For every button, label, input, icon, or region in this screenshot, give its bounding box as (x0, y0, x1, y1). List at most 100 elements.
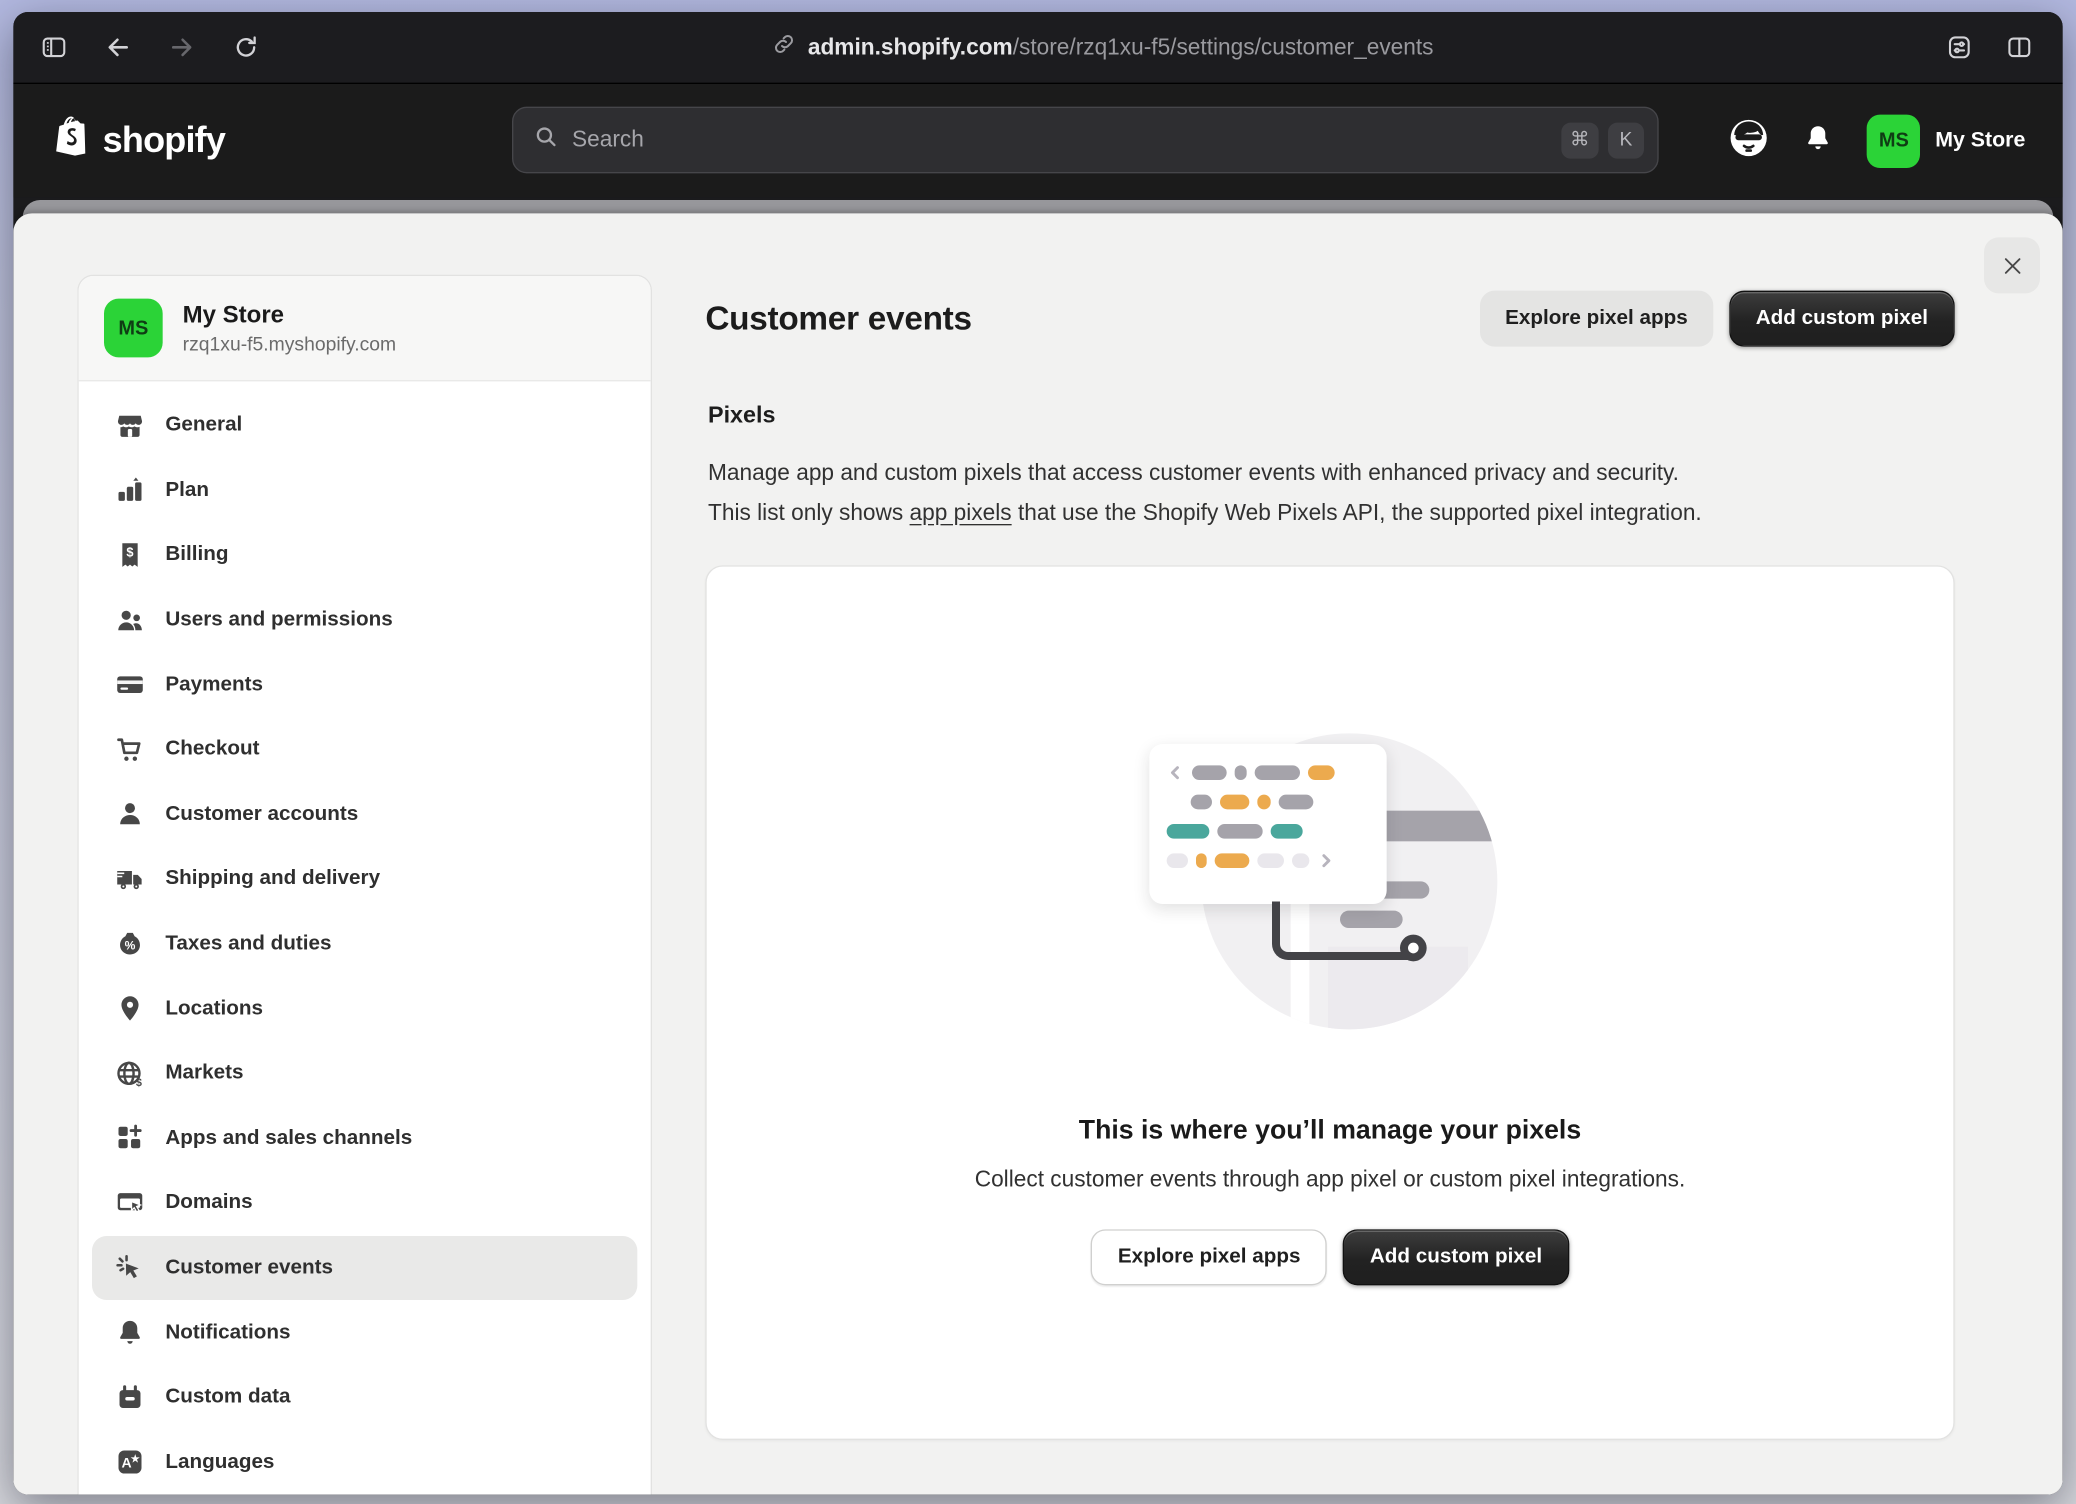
notifications-bell-icon[interactable] (1803, 122, 1834, 159)
browser-chrome: admin.shopify.com/store/rzq1xu-f5/settin… (13, 12, 2062, 84)
add-custom-pixel-button[interactable]: Add custom pixel (1729, 291, 1955, 347)
svg-text:$: $ (136, 1077, 142, 1089)
search-icon (533, 124, 558, 156)
svg-text:★: ★ (131, 1455, 140, 1466)
sidebar-item-domains[interactable]: Domains (92, 1171, 637, 1236)
pixels-section-heading: Pixels (708, 401, 775, 429)
markets-icon: $ (115, 1058, 146, 1089)
users-icon (115, 605, 146, 636)
locations-icon (115, 994, 146, 1025)
sidebar-item-label: General (165, 414, 242, 438)
sidebar-item-label: Locations (165, 997, 263, 1021)
sidebar-item-label: Users and permissions (165, 608, 392, 632)
split-view-icon[interactable] (2005, 33, 2033, 61)
svg-text:%: % (125, 938, 136, 952)
sidebar-item-users-and-permissions[interactable]: Users and permissions (92, 588, 637, 653)
store-card: MS My Store rzq1xu-f5.myshopify.com (79, 276, 651, 381)
store-card-avatar: MS (104, 299, 163, 358)
connector-node (1400, 935, 1427, 962)
page-title: Customer events (705, 299, 971, 338)
browser-window: admin.shopify.com/store/rzq1xu-f5/settin… (13, 12, 2062, 1495)
settings-nav: General Plan $ Billing Users and permissions… (79, 381, 651, 1494)
empty-state-subtext: Collect customer events through app pixe… (707, 1167, 1954, 1194)
sidebar-item-label: Taxes and duties (165, 932, 331, 956)
payments-icon (115, 670, 146, 701)
store-menu[interactable]: MS My Store (1867, 114, 2025, 167)
sidebar-item-label: Shipping and delivery (165, 867, 380, 891)
connector-line (1272, 901, 1411, 960)
sidebar-item-label: Notifications (165, 1321, 290, 1345)
reload-icon[interactable] (232, 33, 260, 61)
sidebar-item-label: Custom data (165, 1386, 290, 1410)
settings-sidebar: MS My Store rzq1xu-f5.myshopify.com Gene… (77, 275, 652, 1495)
browser-settings-icon[interactable] (1945, 33, 1973, 61)
sidebar-item-languages[interactable]: A★ Languages (92, 1430, 637, 1495)
sidebar-item-label: Customer events (165, 1256, 333, 1280)
sidebar-item-label: Checkout (165, 738, 259, 762)
sidebar-item-checkout[interactable]: Checkout (92, 717, 637, 782)
sidebar-item-label: Apps and sales channels (165, 1126, 412, 1150)
sidebar-item-taxes-and-duties[interactable]: % Taxes and duties (92, 912, 637, 977)
sidebar-item-label: Languages (165, 1450, 274, 1474)
shortcut-k-key: K (1608, 122, 1644, 158)
shopify-logo[interactable]: shopify (53, 115, 225, 167)
empty-state-heading: This is where you’ll manage your pixels (707, 1116, 1954, 1147)
sidebar-item-label: Billing (165, 543, 228, 567)
address-bar[interactable]: admin.shopify.com/store/rzq1xu-f5/settin… (260, 32, 1945, 63)
pixels-empty-state-card: This is where you’ll manage your pixels … (705, 565, 1954, 1440)
shopify-header: shopify Search ⌘ K (13, 84, 2062, 197)
plan-icon (115, 475, 146, 506)
shortcut-cmd-key: ⌘ (1561, 122, 1599, 158)
forward-icon[interactable] (168, 33, 196, 61)
apps-icon (115, 1123, 146, 1154)
sidebar-item-label: Payments (165, 673, 263, 697)
shopify-bag-icon (53, 115, 93, 167)
checkout-icon (115, 734, 146, 765)
app-avatar-icon[interactable] (1729, 117, 1770, 165)
svg-text:$: $ (126, 545, 133, 560)
close-icon (1999, 253, 2024, 278)
customer-accounts-icon (115, 799, 146, 830)
sidebar-item-payments[interactable]: Payments (92, 652, 637, 717)
sidebar-item-shipping-and-delivery[interactable]: Shipping and delivery (92, 847, 637, 912)
sidebar-item-markets[interactable]: $Markets (92, 1041, 637, 1106)
url-path: /store/rzq1xu-f5/settings/customer_event… (1013, 34, 1434, 59)
sidebar-item-locations[interactable]: Locations (92, 976, 637, 1041)
shipping-icon (115, 864, 146, 895)
sidebar-item-general[interactable]: General (92, 393, 637, 458)
sidebar-item-customer-events[interactable]: Customer events (92, 1236, 637, 1301)
billing-icon: $ (115, 540, 146, 571)
store-card-name: My Store (183, 301, 396, 329)
sidebar-item-label: Customer accounts (165, 802, 358, 826)
sidebar-item-notifications[interactable]: Notifications (92, 1300, 637, 1365)
link-icon (772, 32, 796, 63)
url-domain: admin.shopify.com (808, 34, 1013, 59)
customer-events-icon (115, 1253, 146, 1284)
close-button[interactable] (1984, 237, 2040, 293)
settings-modal: MS My Store rzq1xu-f5.myshopify.com Gene… (13, 213, 2062, 1494)
notifications-icon (115, 1317, 146, 1348)
empty-explore-pixel-apps-button[interactable]: Explore pixel apps (1091, 1229, 1327, 1285)
store-icon (115, 410, 146, 441)
sidebar-toggle-icon[interactable] (40, 33, 68, 61)
search-placeholder: Search (572, 127, 1551, 154)
sidebar-item-custom-data[interactable]: Custom data (92, 1365, 637, 1430)
shopify-wordmark: shopify (103, 120, 225, 161)
sidebar-item-label: Plan (165, 479, 209, 503)
app-pixels-link[interactable]: app pixels (910, 500, 1012, 525)
taxes-icon: % (115, 929, 146, 960)
store-avatar: MS (1867, 114, 1920, 167)
back-icon[interactable] (104, 33, 132, 61)
languages-icon: A★ (115, 1447, 146, 1478)
search-input[interactable]: Search ⌘ K (512, 107, 1659, 174)
sidebar-item-label: Domains (165, 1191, 252, 1215)
pixels-description: Manage app and custom pixels that access… (708, 453, 1908, 533)
sidebar-item-customer-accounts[interactable]: Customer accounts (92, 782, 637, 847)
sidebar-item-apps-and-sales-channels[interactable]: Apps and sales channels (92, 1106, 637, 1171)
sidebar-item-billing[interactable]: $ Billing (92, 523, 637, 588)
empty-add-custom-pixel-button[interactable]: Add custom pixel (1343, 1229, 1569, 1285)
sidebar-item-plan[interactable]: Plan (92, 458, 637, 523)
domains-icon (115, 1188, 146, 1219)
explore-pixel-apps-button[interactable]: Explore pixel apps (1480, 291, 1713, 347)
custom-data-icon (115, 1382, 146, 1413)
